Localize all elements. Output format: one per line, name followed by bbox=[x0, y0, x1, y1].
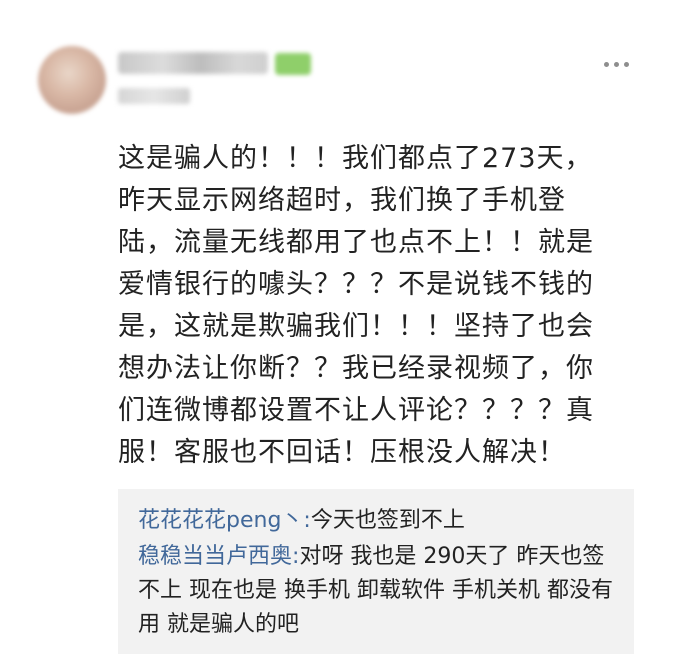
more-options-button[interactable] bbox=[596, 52, 636, 76]
comment-line: 昨天显示网络超时，我们换了手机登 bbox=[118, 185, 566, 216]
avatar[interactable] bbox=[38, 46, 106, 114]
reply-item[interactable]: 稳稳当当卢西奥:对呀 我也是 290天了 昨天也签不上 现在也是 换手机 卸载软… bbox=[138, 540, 618, 642]
comment-line: 这是骗人的！！！我们都点了273天， bbox=[118, 143, 593, 174]
reply-text: 今天也签到不上 bbox=[310, 508, 465, 533]
comment-line: 们连微博都设置不让人评论？？？？真 bbox=[118, 395, 594, 426]
reply-username-text[interactable]: 稳稳当当卢西奥 bbox=[138, 544, 292, 569]
username-blurred[interactable] bbox=[118, 52, 268, 74]
reply-username-text[interactable]: 花花花花peng丶 bbox=[138, 508, 303, 533]
comment-text: 这是骗人的！！！我们都点了273天， 昨天显示网络超时，我们换了手机登 陆，流量… bbox=[118, 138, 648, 474]
more-horizontal-icon-dot bbox=[613, 61, 619, 67]
post-meta-blurred bbox=[118, 88, 190, 104]
comment-line: 是，这就是欺骗我们！！！坚持了也会 bbox=[118, 311, 594, 342]
reply-list: 花花花花peng丶:今天也签到不上 稳稳当当卢西奥:对呀 我也是 290天了 昨… bbox=[118, 489, 634, 654]
reply-username[interactable]: 稳稳当当卢西奥: bbox=[138, 544, 299, 569]
more-horizontal-icon-dot bbox=[623, 61, 629, 67]
comment-line: 服！客服也不回话！压根没人解决！ bbox=[118, 437, 566, 468]
reply-username[interactable]: 花花花花peng丶: bbox=[138, 508, 311, 533]
more-horizontal-icon bbox=[603, 61, 609, 67]
comment-line: 爱情银行的噱头？？？不是说钱不钱的 bbox=[118, 269, 594, 300]
reply-separator: : bbox=[303, 508, 311, 533]
comment-line: 陆，流量无线都用了也点不上！！就是 bbox=[118, 227, 594, 258]
reply-item[interactable]: 花花花花peng丶:今天也签到不上 bbox=[138, 504, 618, 538]
comment-line: 想办法让你断？？我已经录视频了，你 bbox=[118, 353, 594, 384]
user-badge-blurred bbox=[275, 53, 311, 75]
